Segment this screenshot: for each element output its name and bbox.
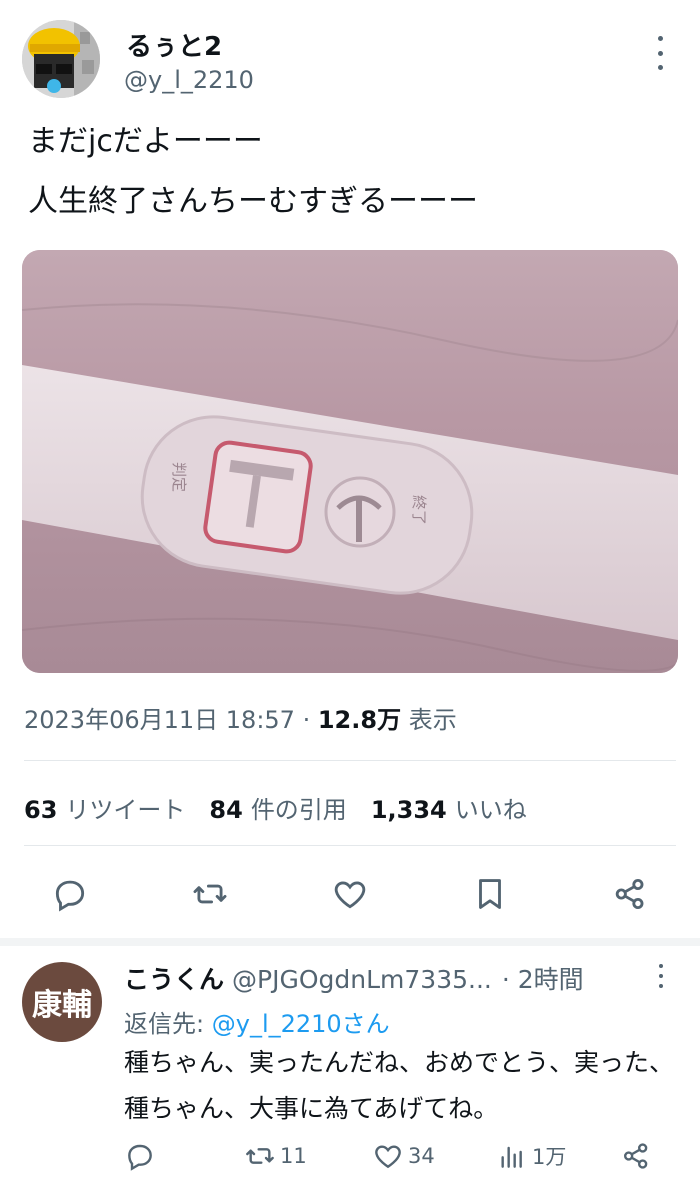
share-icon xyxy=(615,878,644,910)
reply-display-name[interactable]: こうくん xyxy=(124,965,224,994)
likes-label: いいね xyxy=(454,796,527,824)
reply-views-count: 1万 xyxy=(532,1145,567,1169)
share-icon xyxy=(624,1143,648,1169)
display-name[interactable]: るぅと2 xyxy=(126,26,222,63)
reply-share-button[interactable] xyxy=(620,1140,652,1172)
reply-handle[interactable]: @PJGOgdnLm7335... xyxy=(232,965,492,994)
retweets-stat[interactable]: 63 リツイート xyxy=(24,790,185,825)
analytics-icon xyxy=(501,1146,522,1168)
engagement-stats: 63 リツイート 84 件の引用 1,334 いいね xyxy=(24,790,527,825)
reply-retweet-button[interactable]: 11 xyxy=(244,1140,307,1172)
test-label-left: 判定 xyxy=(170,462,188,492)
tweet-text-line-1: まだjcだよーーー xyxy=(28,124,263,159)
reply-icon xyxy=(55,880,85,912)
tweet-text: まだjcだよーーー 人生終了さんちーむすぎるーーー xyxy=(28,112,478,232)
likes-stat[interactable]: 1,334 いいね xyxy=(371,790,527,825)
tweet-date[interactable]: 2023年06月11日 18:57 · xyxy=(24,706,310,734)
reply-button[interactable] xyxy=(48,872,92,916)
reply-text: 種ちゃん、実ったんだね、おめでとう、実った、種ちゃん、大事に為てあげてね。 xyxy=(124,1048,675,1123)
quotes-count: 84 xyxy=(209,796,243,824)
divider xyxy=(24,760,676,761)
like-icon xyxy=(334,881,366,909)
views-count: 12.8万 xyxy=(317,706,402,734)
bookmark-icon xyxy=(479,879,501,909)
quotes-stat[interactable]: 84 件の引用 xyxy=(209,790,346,825)
reply-retweet-count: 11 xyxy=(280,1144,307,1168)
reply-avatar[interactable]: 康輔 xyxy=(22,962,102,1042)
retweets-count: 63 xyxy=(24,796,58,824)
tweet-text-line-2: 人生終了さんちーむすぎるーーー xyxy=(28,184,478,219)
reply-timestamp[interactable]: · 2時間 xyxy=(502,965,584,994)
share-button[interactable] xyxy=(608,872,652,916)
reply-to-handle-link[interactable]: @y_l_2210さん xyxy=(212,1010,390,1038)
divider xyxy=(24,845,676,846)
retweet-icon xyxy=(193,884,227,904)
likes-count: 1,334 xyxy=(370,796,447,824)
reply-to-prefix: 返信先: xyxy=(124,1010,205,1038)
test-label-right: 終了 xyxy=(410,495,428,525)
quotes-label: 件の引用 xyxy=(250,796,347,824)
reply-views-button[interactable]: 1万 xyxy=(496,1140,566,1172)
reply-header: こうくん @PJGOgdnLm7335... · 2時間 xyxy=(124,960,644,996)
tweet-photo[interactable]: 判定 終了 xyxy=(22,250,678,673)
like-button[interactable] xyxy=(328,872,372,916)
user-handle[interactable]: @y_l_2210 xyxy=(124,66,254,94)
reply-reply-button[interactable] xyxy=(124,1140,156,1172)
reply-like-button[interactable]: 34 xyxy=(372,1140,435,1172)
reply-more-options-icon[interactable] xyxy=(653,964,669,988)
section-divider xyxy=(0,938,700,946)
like-icon xyxy=(375,1145,401,1169)
tweet-action-bar xyxy=(0,860,700,930)
tweet-meta: 2023年06月11日 18:57 · 12.8万 表示 xyxy=(24,700,457,735)
reply-icon xyxy=(128,1144,152,1171)
retweet-button[interactable] xyxy=(188,872,232,916)
avatar[interactable] xyxy=(22,20,100,98)
reply-to-line: 返信先: @y_l_2210さん xyxy=(124,1004,390,1039)
bookmark-button[interactable] xyxy=(468,872,512,916)
retweet-icon xyxy=(246,1148,274,1164)
retweets-label: リツイート xyxy=(65,796,186,824)
reply-action-bar: 11 34 1万 xyxy=(0,1138,700,1182)
more-options-icon[interactable] xyxy=(650,36,670,70)
views-label: 表示 xyxy=(408,706,457,734)
reply-like-count: 34 xyxy=(408,1144,435,1168)
